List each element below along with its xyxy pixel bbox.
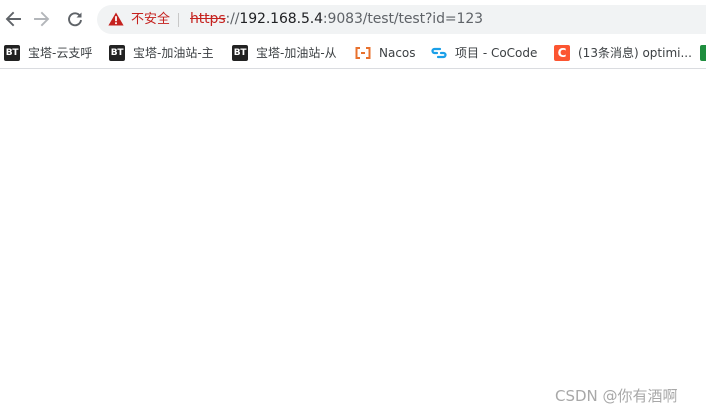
cocode-icon	[431, 45, 447, 61]
reload-button[interactable]	[62, 6, 88, 32]
browser-toolbar: 不安全 https://192.168.5.4:9083/test/test?i…	[0, 0, 706, 38]
url-separator: ://	[225, 11, 240, 27]
back-button[interactable]	[0, 6, 26, 32]
bookmarks-bar: BT 宝塔-云支呼 BT 宝塔-加油站-主 BT 宝塔-加油站-从 Nacos …	[0, 38, 706, 69]
bookmark-label: 宝塔-云支呼	[28, 46, 93, 60]
bookmark-csdn-messages[interactable]: C (13条消息) optimi...	[554, 38, 692, 68]
url-text[interactable]: https://192.168.5.4:9083/test/test?id=12…	[190, 10, 483, 29]
baota-icon: BT	[4, 45, 20, 61]
url-scheme: https	[190, 11, 226, 27]
bookmark-label: 宝塔-加油站-主	[133, 46, 214, 60]
page-content	[0, 69, 706, 414]
bookmark-label: 项目 - CoCode	[455, 46, 538, 60]
bookmark-nacos[interactable]: Nacos	[355, 38, 416, 68]
url-host: 192.168.5.4	[239, 11, 323, 27]
bookmark-label: 宝塔-加油站-从	[256, 46, 337, 60]
bookmark-label: Nacos	[379, 46, 416, 60]
bookmark-baota-station-main[interactable]: BT 宝塔-加油站-主	[109, 38, 214, 68]
arrow-right-icon	[34, 11, 50, 27]
forward-button[interactable]	[29, 6, 55, 32]
bookmark-label: (13条消息) optimi...	[578, 46, 692, 60]
csdn-watermark: CSDN @你有酒啊	[555, 387, 678, 405]
address-bar[interactable]: 不安全 https://192.168.5.4:9083/test/test?i…	[97, 5, 706, 34]
address-divider	[178, 13, 179, 27]
warning-triangle-icon[interactable]	[108, 12, 124, 26]
bookmark-cocode[interactable]: 项目 - CoCode	[431, 38, 537, 68]
url-path: :9083/test/test?id=123	[322, 11, 483, 27]
arrow-left-icon	[5, 11, 21, 27]
baota-icon: BT	[232, 45, 248, 61]
security-status-label[interactable]: 不安全	[131, 10, 170, 29]
csdn-icon: C	[554, 45, 570, 61]
bookmark-overflow-item[interactable]	[700, 38, 706, 68]
nacos-icon	[355, 45, 371, 61]
reload-icon	[68, 12, 82, 27]
bookmark-baota-yunzhihu[interactable]: BT 宝塔-云支呼	[4, 38, 92, 68]
baota-icon: BT	[109, 45, 125, 61]
bookmark-baota-station-slave[interactable]: BT 宝塔-加油站-从	[232, 38, 337, 68]
green-bookmark-icon	[700, 45, 706, 61]
